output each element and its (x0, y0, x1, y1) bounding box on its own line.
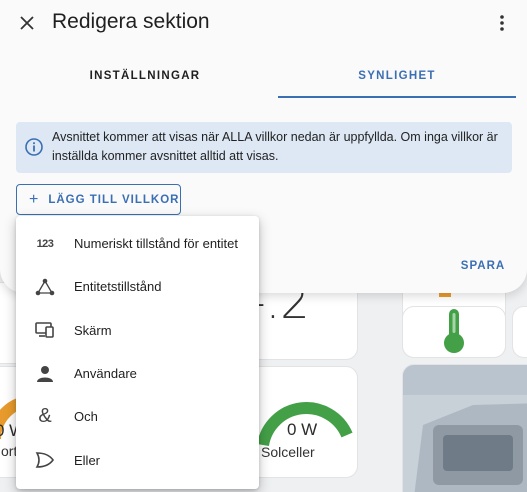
info-alert: Avsnittet kommer att visas när ALLA vill… (16, 122, 512, 173)
add-condition-button[interactable]: + LÄGG TILL VILLKOR (16, 184, 181, 215)
menu-item-label: Användare (74, 366, 137, 382)
save-button[interactable]: SPARA (452, 255, 514, 277)
menu-item-label: Numeriskt tillstånd för entitet (74, 236, 239, 252)
account-icon (16, 365, 74, 383)
menu-item-label: Eller (74, 452, 101, 468)
dialog-title: Redigera sektion (52, 10, 210, 33)
info-text: Avsnittet kommer att visas när ALLA vill… (52, 130, 498, 163)
menu-item-label: Och (74, 409, 98, 425)
tab-visibility[interactable]: SYNLIGHET (278, 60, 516, 98)
thermometer-icon (444, 309, 464, 353)
dashboard-card-edge[interactable] (512, 306, 527, 358)
menu-item-or[interactable]: Eller (16, 438, 259, 481)
state-machine-icon (16, 278, 74, 296)
info-icon (25, 138, 43, 156)
condition-type-menu: 123 Numeriskt tillstånd för entitet Enti… (16, 216, 259, 489)
gauge-right-value: 0 W (287, 420, 318, 439)
menu-item-user[interactable]: Användare (16, 352, 259, 395)
menu-item-and[interactable]: & Och (16, 395, 259, 438)
close-icon (20, 16, 34, 30)
menu-item-entity-state[interactable]: Entitetstillstånd (16, 265, 259, 308)
gauge-right-label: Solceller (261, 444, 315, 460)
tab-settings[interactable]: INSTÄLLNINGAR (20, 60, 270, 98)
dashboard-card-thermometer[interactable] (402, 306, 506, 358)
menu-item-label: Skärm (74, 322, 112, 338)
plus-icon: + (29, 190, 39, 208)
gauge-left-label: ort (1, 443, 18, 459)
ampersand-icon: & (16, 405, 74, 428)
camera-image (403, 365, 527, 492)
dashboard-card-camera[interactable] (402, 364, 527, 492)
dots-vertical-icon (500, 15, 504, 31)
numeric-icon: 123 (16, 238, 74, 250)
monitor-icon (16, 321, 74, 339)
numeric-icon-text: 123 (36, 237, 54, 250)
ampersand-icon-text: & (38, 405, 52, 428)
menu-item-numeric-state[interactable]: 123 Numeriskt tillstånd för entitet (16, 222, 259, 265)
overflow-menu-button[interactable] (490, 11, 514, 35)
gate-or-icon (16, 451, 74, 469)
add-condition-label: LÄGG TILL VILLKOR (48, 193, 180, 206)
close-button[interactable] (13, 9, 41, 37)
menu-item-label: Entitetstillstånd (74, 279, 162, 295)
menu-item-screen[interactable]: Skärm (16, 309, 259, 352)
